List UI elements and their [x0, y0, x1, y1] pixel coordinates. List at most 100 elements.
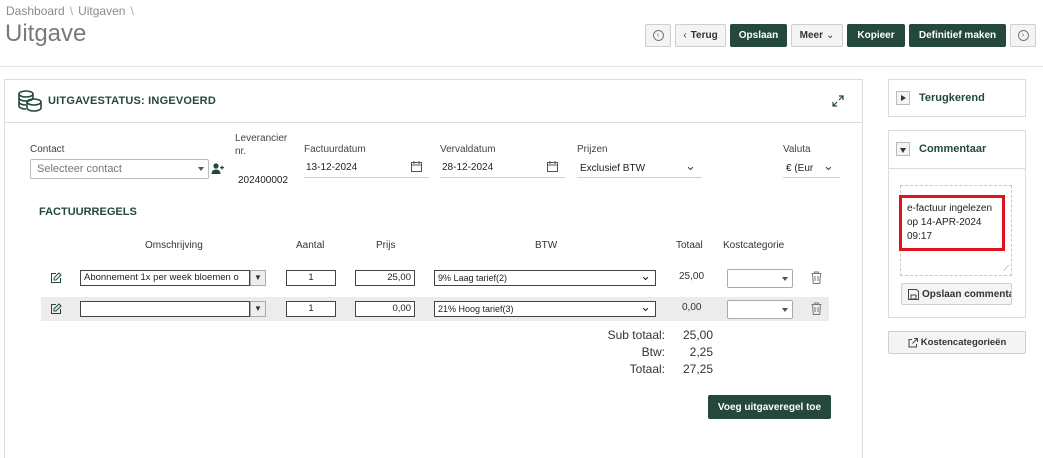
- finalize-label: Definitief maken: [918, 30, 997, 41]
- edit-icon[interactable]: [50, 303, 62, 315]
- breadcrumb-separator: \: [69, 4, 74, 18]
- caret-icon: [198, 167, 204, 171]
- quantity-input[interactable]: 1: [286, 301, 336, 317]
- price-input[interactable]: 0,00: [355, 301, 415, 317]
- due-date-field[interactable]: 28-12-2024: [442, 162, 493, 173]
- subtotal-label: Sub totaal:: [607, 328, 665, 342]
- chevron-down-icon: ⌄: [825, 30, 835, 41]
- recurring-title: Terugkerend: [919, 92, 985, 104]
- description-input[interactable]: Abonnement 1x per week bloemen o: [80, 270, 250, 286]
- external-link-icon: [908, 337, 918, 347]
- expand-icon[interactable]: [832, 95, 844, 107]
- save-label: Opslaan: [738, 30, 779, 41]
- invoice-date-label: Factuurdatum: [304, 144, 366, 155]
- quantity-input[interactable]: 1: [286, 270, 336, 286]
- triangle-down-icon: [900, 148, 906, 153]
- supplier-number-field[interactable]: 202400002: [238, 175, 293, 186]
- vat-value: 21% Hoog tarief(3): [438, 304, 514, 314]
- recurring-panel[interactable]: Terugkerend: [888, 79, 1026, 117]
- add-expense-line-label: Voeg uitgaveregel toe: [717, 401, 822, 413]
- chevron-down-icon: ⌄: [640, 268, 651, 283]
- finalize-button[interactable]: Definitief maken: [909, 24, 1006, 47]
- invoice-lines-title: FACTUURREGELS: [39, 206, 137, 218]
- caret-icon: [782, 308, 788, 312]
- calendar-icon[interactable]: [411, 161, 422, 172]
- grand-total-label: Totaal:: [629, 362, 665, 376]
- chevron-right-icon: ›: [1017, 30, 1029, 41]
- supplier-number-label-line: nr.: [235, 146, 247, 157]
- cost-category-select[interactable]: [727, 300, 793, 319]
- resize-handle-icon: ⟋: [1003, 264, 1009, 273]
- cost-category-select[interactable]: [727, 269, 793, 288]
- next-button[interactable]: ›: [1010, 24, 1036, 47]
- vat-select[interactable]: 9% Laag tarief(2) ⌄: [434, 268, 656, 286]
- supplier-number-label-line: Leverancier: [235, 133, 288, 144]
- caret-down-icon: ▼: [254, 304, 262, 313]
- back-label: Terug: [690, 30, 718, 41]
- chevron-left-icon: ‹: [683, 30, 687, 41]
- breadcrumb-uitgaven[interactable]: Uitgaven: [78, 4, 125, 18]
- caret-down-icon: ▼: [254, 273, 262, 282]
- collapse-toggle[interactable]: [896, 142, 910, 156]
- vat-select[interactable]: 21% Hoog tarief(3) ⌄: [434, 299, 656, 317]
- subtotal-value: 25,00: [682, 328, 713, 342]
- save-button[interactable]: Opslaan: [730, 24, 787, 47]
- vat-value: 9% Laag tarief(2): [438, 273, 508, 283]
- col-header-aantal: Aantal: [296, 240, 325, 251]
- contact-label: Contact: [30, 144, 65, 155]
- currency-label: Valuta: [783, 144, 811, 155]
- currency-select[interactable]: € (Eur: [786, 163, 820, 174]
- chevron-left-icon: ‹: [652, 30, 664, 41]
- grand-total-value: 27,25: [682, 362, 713, 376]
- chevron-down-icon[interactable]: ⌄: [823, 158, 834, 174]
- add-contact-icon[interactable]: [211, 163, 224, 174]
- breadcrumb-separator: \: [130, 4, 134, 18]
- col-header-kostcategorie: Kostcategorie: [723, 240, 785, 251]
- supplier-number-label: Leverancier nr.: [235, 132, 287, 158]
- due-date-label: Vervaldatum: [440, 144, 496, 155]
- panel-title: UITGAVESTATUS: INGEVOERD: [48, 95, 216, 107]
- calendar-icon[interactable]: [547, 161, 558, 172]
- contact-select[interactable]: Selecteer contact: [30, 159, 209, 179]
- more-button[interactable]: Meer ⌄: [791, 24, 843, 47]
- currency-underline: [783, 177, 840, 178]
- save-comment-label: Opslaan commenta: [922, 288, 1012, 300]
- breadcrumb: Dashboard \ Uitgaven \: [6, 4, 139, 18]
- toolbar: ‹ ‹ Terug Opslaan Meer ⌄ Kopieer Definitie…: [645, 24, 1036, 47]
- description-input[interactable]: [80, 301, 250, 317]
- copy-label: Kopieer: [857, 30, 895, 41]
- prices-label: Prijzen: [577, 144, 608, 155]
- table-row: Abonnement 1x per week bloemen o ▼ 1 25,…: [41, 266, 829, 290]
- trash-icon[interactable]: [811, 271, 822, 284]
- invoice-date-field[interactable]: 13-12-2024: [306, 162, 357, 173]
- trash-icon[interactable]: [811, 302, 822, 315]
- chevron-down-icon: ⌄: [640, 299, 651, 314]
- copy-button[interactable]: Kopieer: [847, 24, 905, 47]
- expand-toggle[interactable]: [896, 91, 910, 105]
- chevron-down-icon[interactable]: ⌄: [685, 158, 696, 174]
- previous-button[interactable]: ‹: [645, 24, 671, 47]
- save-icon: [908, 288, 919, 300]
- line-total: 25,00: [679, 271, 705, 282]
- description-dropdown[interactable]: ▼: [250, 301, 266, 317]
- page-title: Uitgave: [5, 20, 87, 47]
- description-dropdown[interactable]: ▼: [250, 270, 266, 286]
- price-input[interactable]: 25,00: [355, 270, 415, 286]
- play-icon: [901, 95, 906, 101]
- col-header-totaal: Totaal: [676, 240, 703, 251]
- line-total: 0,00: [682, 302, 702, 313]
- edit-icon[interactable]: [50, 272, 62, 284]
- save-comment-button[interactable]: Opslaan commenta: [901, 283, 1012, 305]
- expense-panel: UITGAVESTATUS: INGEVOERD Contact Selecte…: [4, 79, 863, 458]
- prices-select[interactable]: Exclusief BTW: [580, 163, 645, 174]
- col-header-prijs: Prijs: [376, 240, 396, 251]
- col-header-btw: BTW: [535, 240, 558, 251]
- cost-categories-label: Kostencategorieën: [920, 337, 1007, 348]
- add-expense-line-button[interactable]: Voeg uitgaveregel toe: [708, 395, 831, 419]
- panel-header: UITGAVESTATUS: INGEVOERD: [5, 80, 862, 123]
- cost-categories-button[interactable]: Kostencategorieën: [888, 331, 1026, 354]
- header-divider: [0, 66, 1043, 67]
- back-button[interactable]: ‹ Terug: [675, 24, 726, 47]
- due-date-underline: [440, 177, 565, 178]
- breadcrumb-dashboard[interactable]: Dashboard: [6, 4, 65, 18]
